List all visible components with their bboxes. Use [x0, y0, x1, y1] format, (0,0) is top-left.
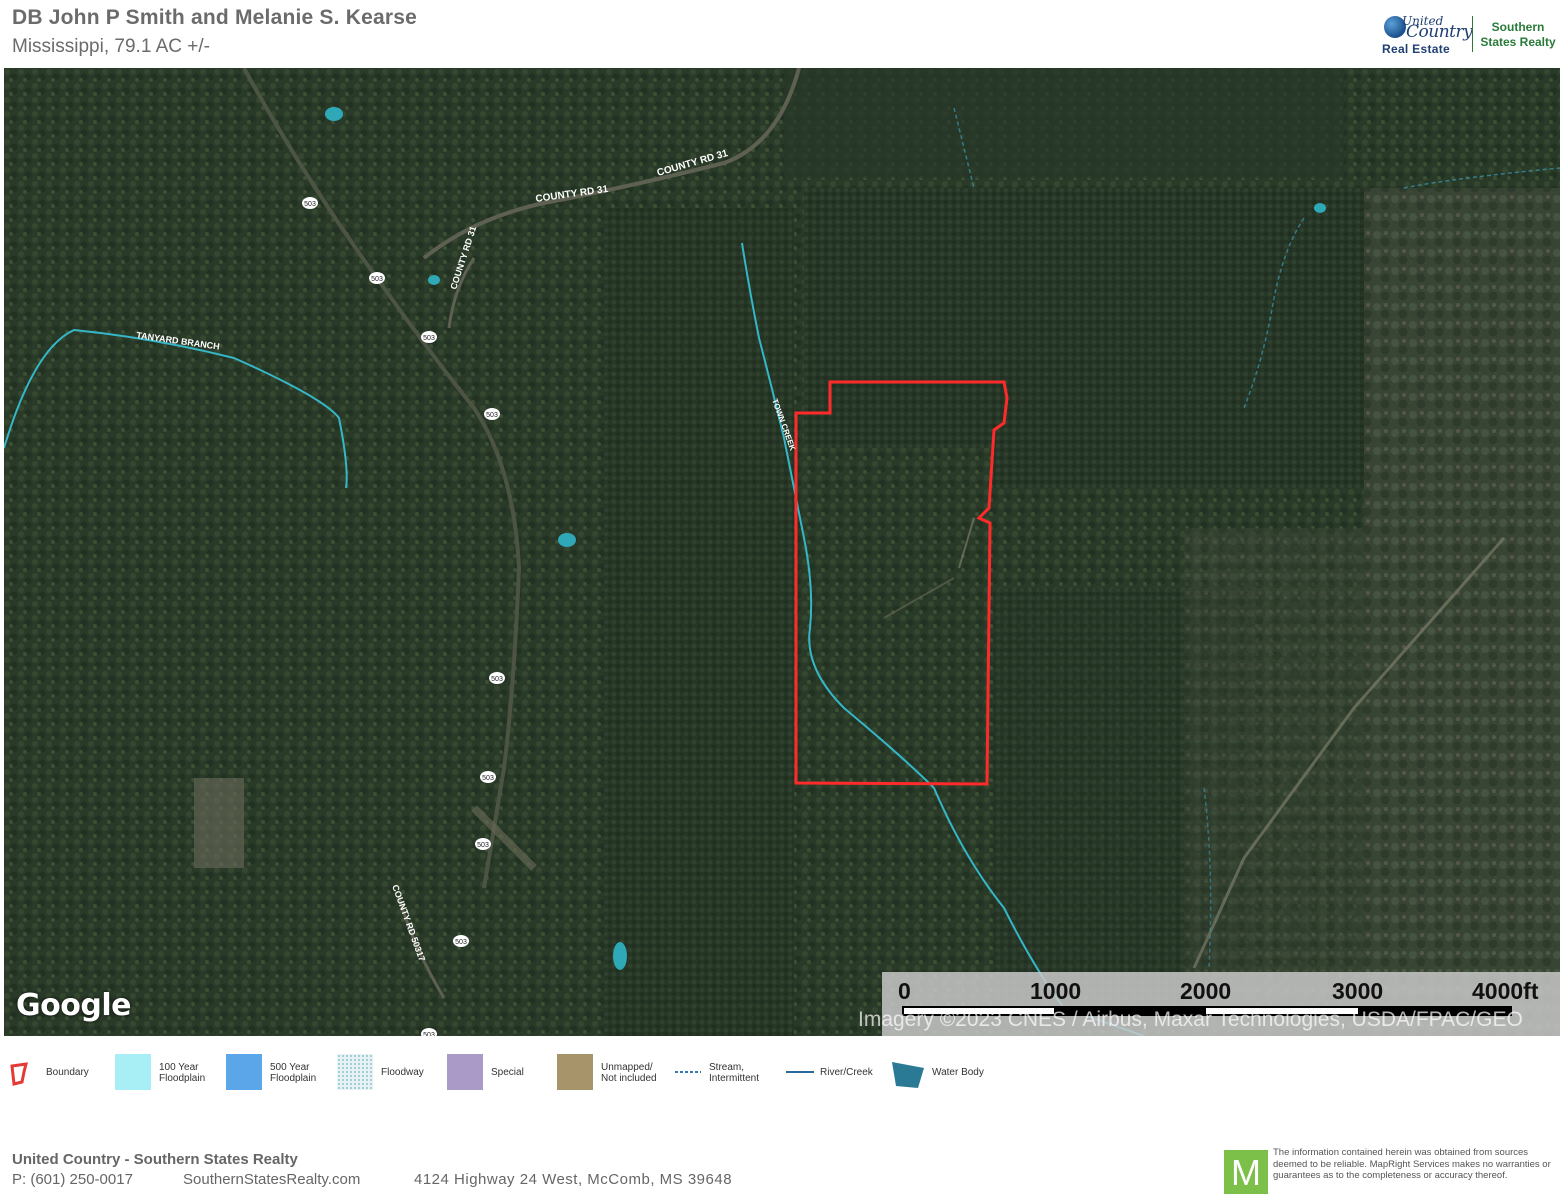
- legend-label-stream: Stream, Intermittent: [709, 1062, 760, 1084]
- route-503-shield: 503: [421, 331, 437, 343]
- page-subtitle: Mississippi, 79.1 AC +/-: [12, 36, 210, 57]
- legend-label-floodway: Floodway: [381, 1067, 424, 1078]
- floodplain-100-icon: [115, 1054, 151, 1090]
- scale-label-3000: 3000: [1332, 978, 1384, 1004]
- scale-label-4000ft: 4000ft: [1472, 978, 1539, 1004]
- hardwood-east: [1364, 188, 1560, 1036]
- stream-intermittent-icon: [675, 1071, 701, 1073]
- route-503-label: 503: [423, 1032, 435, 1036]
- special-icon: [447, 1054, 483, 1090]
- mapright-letter: M: [1231, 1152, 1261, 1193]
- pond-2: [428, 275, 440, 285]
- route-503-label: 503: [455, 939, 467, 946]
- route-503-label: 503: [423, 335, 435, 342]
- clearing-southwest: [194, 778, 244, 868]
- logo-country: Country: [1406, 22, 1473, 42]
- route-503-shield: 503: [302, 197, 318, 209]
- page-title: DB John P Smith and Melanie S. Kearse: [12, 6, 417, 29]
- pond-5: [1314, 203, 1326, 213]
- scale-label-0: 0: [898, 978, 911, 1004]
- legend-item-boundary: Boundary: [8, 1054, 108, 1090]
- route-503-label: 503: [304, 201, 316, 208]
- map-legend: Boundary 100 Year Floodplain 500 Year Fl…: [0, 1048, 1564, 1104]
- legend-item-water-body: Water Body: [890, 1054, 1000, 1090]
- boundary-icon: [10, 1062, 28, 1086]
- route-503-shield: 503: [484, 408, 500, 420]
- legend-label-boundary: Boundary: [46, 1067, 89, 1078]
- footer-website[interactable]: SouthernStatesRealty.com: [183, 1171, 360, 1188]
- route-503-label: 503: [486, 412, 498, 419]
- route-503-label: 503: [482, 775, 494, 782]
- scale-label-2000: 2000: [1180, 978, 1232, 1004]
- logo-real-estate: Real Estate: [1382, 42, 1450, 56]
- logo-southern-states: Southern States Realty: [1478, 20, 1558, 50]
- footer-address: 4124 Highway 24 West, McComb, MS 39648: [414, 1171, 733, 1188]
- legend-label-500yr: 500 Year Floodplain: [270, 1062, 317, 1084]
- route-503-label: 503: [491, 676, 503, 683]
- water-body-icon: [892, 1062, 924, 1088]
- pond-1: [325, 107, 343, 121]
- map-canvas: 503 503 503 503 503 503 503 503 503 COUN…: [4, 68, 1560, 1036]
- legend-label-special: Special: [491, 1067, 524, 1078]
- legend-label-unmapped: Unmapped/ Not included: [601, 1062, 657, 1084]
- logo-brand-line1: Southern: [1491, 20, 1545, 34]
- river-creek-icon: [786, 1071, 814, 1073]
- legend-label-100yr: 100 Year Floodplain: [159, 1062, 206, 1084]
- route-503-shield: 503: [475, 838, 491, 850]
- route-503-shield: 503: [369, 272, 385, 284]
- disclaimer-text: The information contained herein was obt…: [1273, 1147, 1551, 1181]
- forest-north: [784, 68, 1344, 178]
- page-header: DB John P Smith and Melanie S. Kearse Mi…: [0, 0, 1564, 68]
- footer-company: United Country - Southern States Realty: [12, 1151, 298, 1168]
- route-503-label: 503: [371, 276, 383, 283]
- legend-item-100yr: 100 Year Floodplain: [115, 1054, 215, 1090]
- imagery-credit: Imagery ©2023 CNES / Airbus, Maxar Techn…: [858, 1008, 1523, 1031]
- legend-item-special: Special: [447, 1054, 547, 1090]
- floodway-icon: [337, 1054, 373, 1090]
- satellite-map[interactable]: 503 503 503 503 503 503 503 503 503 COUN…: [4, 68, 1560, 1036]
- pine-stand-north: [804, 188, 994, 448]
- pond-3: [558, 533, 576, 547]
- route-503-shield: 503: [480, 771, 496, 783]
- unmapped-icon: [557, 1054, 593, 1090]
- legend-item-floodway: Floodway: [337, 1054, 437, 1090]
- pine-stand-west: [604, 208, 794, 1036]
- floodplain-500-icon: [226, 1054, 262, 1090]
- legend-item-stream: Stream, Intermittent: [673, 1054, 773, 1090]
- route-503-shield: 503: [453, 935, 469, 947]
- legend-label-river: River/Creek: [820, 1067, 873, 1078]
- scale-label-1000: 1000: [1030, 978, 1082, 1004]
- logo-divider: [1472, 16, 1473, 52]
- pond-4: [613, 942, 627, 970]
- legend-item-500yr: 500 Year Floodplain: [226, 1054, 326, 1090]
- legend-item-unmapped: Unmapped/ Not included: [557, 1054, 667, 1090]
- mapright-logo: M: [1224, 1150, 1268, 1194]
- route-503-label: 503: [477, 842, 489, 849]
- legend-item-river: River/Creek: [784, 1054, 884, 1090]
- footer-phone[interactable]: P: (601) 250-0017: [12, 1171, 133, 1188]
- logo-brand-line2: States Realty: [1480, 35, 1556, 49]
- legend-label-water-body: Water Body: [932, 1067, 984, 1078]
- google-logo: Google: [16, 988, 131, 1023]
- united-country-logo: United Country Real Estate Southern Stat…: [1380, 12, 1560, 58]
- pine-stand-northeast: [994, 188, 1364, 488]
- hardwood-southeast: [1184, 528, 1364, 1036]
- route-503-shield: 503: [489, 672, 505, 684]
